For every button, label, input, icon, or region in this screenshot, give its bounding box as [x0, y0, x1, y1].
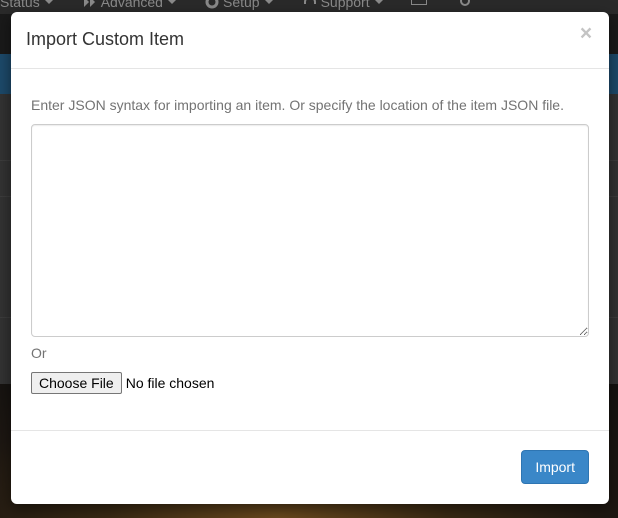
modal-title: Import Custom Item — [26, 29, 185, 49]
or-label: Or — [31, 345, 47, 361]
help-text: Enter JSON syntax for importing an item.… — [31, 97, 564, 113]
import-custom-item-modal: Import Custom Item × Enter JSON syntax f… — [11, 12, 609, 504]
caret-down-icon — [264, 0, 273, 4]
search-icon — [459, 0, 477, 9]
modal-header: Import Custom Item × — [11, 12, 609, 69]
gear-icon — [205, 0, 219, 9]
json-textarea[interactable] — [31, 124, 589, 337]
modal-body: Enter JSON syntax for importing an item.… — [11, 69, 609, 430]
close-button[interactable]: × — [579, 23, 593, 44]
caret-down-icon — [44, 0, 53, 4]
double-chevron-right-icon — [83, 0, 95, 7]
import-button[interactable]: Import — [521, 450, 589, 484]
file-input: Choose File No file chosen — [31, 372, 214, 394]
modal-footer: Import — [11, 430, 609, 504]
caret-down-icon — [374, 0, 383, 4]
file-status: No file chosen — [125, 375, 215, 391]
nav-support: Support — [303, 0, 383, 9]
nav-advanced: Advanced — [83, 0, 176, 9]
headphones-icon — [303, 0, 316, 4]
caret-down-icon — [167, 0, 176, 4]
choose-file-button[interactable]: Choose File — [31, 372, 122, 394]
nav-status: Status — [0, 0, 53, 9]
nav-setup: Setup — [205, 0, 273, 9]
keyboard-icon — [410, 0, 431, 5]
